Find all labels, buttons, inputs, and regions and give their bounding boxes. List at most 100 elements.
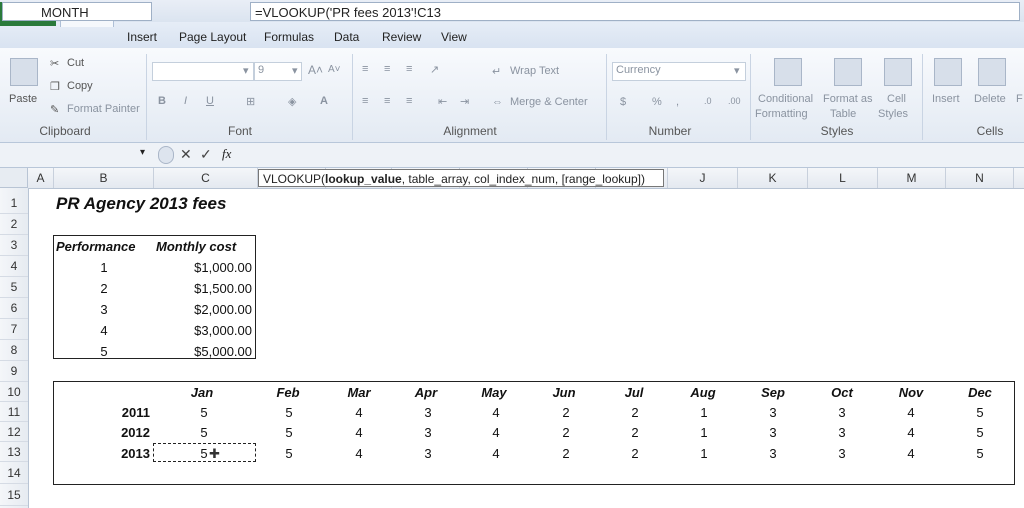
score-cell[interactable]: 4	[460, 446, 532, 461]
merge-center-button[interactable]: Merge & Center	[510, 96, 588, 108]
tab-data[interactable]: Data	[334, 30, 359, 44]
score-cell[interactable]: 2	[596, 425, 674, 440]
tab-formulas[interactable]: Formulas	[264, 30, 314, 44]
copy-icon[interactable]: ❐	[50, 80, 60, 93]
row-header[interactable]: 13	[0, 442, 28, 462]
score-cell[interactable]: 2	[528, 425, 604, 440]
middle-align-icon[interactable]: ≡	[384, 63, 390, 75]
score-cell[interactable]: 3	[738, 405, 808, 420]
styles-label[interactable]: Styles	[878, 108, 908, 120]
score-cell[interactable]: 3	[808, 446, 876, 461]
row-header[interactable]: 1	[0, 192, 28, 214]
score-cell[interactable]: 4	[326, 405, 392, 420]
score-cell[interactable]: 5	[258, 425, 320, 440]
column-header[interactable]: K	[738, 168, 808, 188]
merge-icon[interactable]: ⇔	[492, 96, 503, 108]
insert-function-button[interactable]: fx	[222, 146, 231, 162]
column-header[interactable]: J	[668, 168, 738, 188]
tooltip-func[interactable]: VLOOKUP(	[263, 172, 325, 186]
month-header[interactable]: Oct	[808, 385, 876, 400]
italic-icon[interactable]: I	[184, 95, 187, 107]
score-cell[interactable]: 5	[258, 405, 320, 420]
formatting-label[interactable]: Formatting	[755, 108, 808, 120]
orientation-icon[interactable]: ↗	[430, 63, 439, 76]
resize-handle[interactable]	[158, 146, 174, 164]
row-header[interactable]: 8	[0, 340, 28, 361]
fee-cost-cell[interactable]: $1,000.00	[154, 260, 252, 275]
row-header[interactable]: 5	[0, 277, 28, 298]
row-header[interactable]: 12	[0, 422, 28, 442]
score-cell[interactable]: 2	[596, 446, 674, 461]
score-cell[interactable]: 3	[738, 425, 808, 440]
row-header[interactable]: 11	[0, 402, 28, 422]
cell-styles-icon[interactable]	[884, 58, 912, 86]
row-header[interactable]: 10	[0, 382, 28, 402]
chevron-down-icon[interactable]: ▾	[243, 64, 249, 77]
column-header[interactable]: C	[154, 168, 258, 188]
row-header[interactable]: 4	[0, 256, 28, 277]
currency-button[interactable]: $	[620, 96, 626, 108]
column-header[interactable]: B	[54, 168, 154, 188]
score-cell[interactable]: 1	[668, 405, 740, 420]
chevron-down-icon[interactable]: ▾	[734, 64, 740, 77]
column-header[interactable]: N	[946, 168, 1014, 188]
fee-header-monthly-cost[interactable]: Monthly cost	[156, 239, 236, 254]
comma-icon[interactable]: ,	[676, 96, 679, 108]
select-all-button[interactable]	[0, 168, 28, 188]
row-header[interactable]: 3	[0, 235, 28, 256]
bottom-align-icon[interactable]: ≡	[406, 63, 412, 75]
fee-cost-cell[interactable]: $3,000.00	[154, 323, 252, 338]
top-align-icon[interactable]: ≡	[362, 63, 368, 75]
score-cell[interactable]: 5	[946, 405, 1014, 420]
row-header[interactable]: 7	[0, 319, 28, 340]
fee-header-performance[interactable]: Performance	[56, 239, 135, 254]
borders-icon[interactable]: ⊞	[246, 95, 255, 108]
increase-decimal-icon[interactable]: .0	[704, 96, 712, 106]
name-box[interactable]: MONTH	[2, 2, 152, 21]
fee-performance-cell[interactable]: 3	[54, 302, 154, 317]
cut-icon[interactable]: ✂	[50, 57, 59, 70]
score-cell[interactable]: 1	[668, 425, 740, 440]
enter-icon[interactable]: ✓	[200, 146, 212, 163]
fee-cost-cell[interactable]: $5,000.00	[154, 344, 252, 359]
wrap-text-button[interactable]: Wrap Text	[510, 65, 559, 77]
chevron-down-icon[interactable]: ▾	[292, 64, 298, 77]
decrease-decimal-icon[interactable]: .00	[728, 96, 741, 106]
conditional-formatting-label[interactable]: Conditional	[758, 93, 813, 105]
score-cell[interactable]: 5	[154, 425, 254, 440]
wrap-text-icon[interactable]: ↵	[492, 65, 501, 78]
score-cell[interactable]: 4	[460, 405, 532, 420]
align-right-icon[interactable]: ≡	[406, 95, 412, 107]
month-header[interactable]: Feb	[258, 385, 318, 400]
tooltip-args[interactable]: , table_array, col_index_num, [range_loo…	[402, 172, 645, 186]
cancel-icon[interactable]: ✕	[180, 146, 192, 163]
paste-icon[interactable]	[10, 58, 38, 86]
score-cell[interactable]: 3	[808, 405, 876, 420]
shrink-font-icon[interactable]: A˅	[328, 64, 341, 75]
tab-view[interactable]: View	[441, 30, 467, 44]
score-cell[interactable]: 4	[326, 425, 392, 440]
fee-cost-cell[interactable]: $1,500.00	[154, 281, 252, 296]
score-cell[interactable]: 2	[528, 446, 604, 461]
increase-indent-icon[interactable]: ⇥	[460, 95, 469, 108]
tab-insert[interactable]: Insert	[127, 30, 157, 44]
month-header[interactable]: Mar	[326, 385, 392, 400]
chevron-down-icon[interactable]: ▾	[140, 147, 145, 158]
score-cell[interactable]: 3	[392, 446, 464, 461]
underline-icon[interactable]: U	[206, 95, 214, 107]
paste-button[interactable]: Paste	[9, 93, 37, 105]
score-cell[interactable]: 3	[738, 446, 808, 461]
row-header[interactable]: 6	[0, 298, 28, 319]
score-cell[interactable]: 1	[668, 446, 740, 461]
score-cell[interactable]: 3	[392, 425, 464, 440]
fee-performance-cell[interactable]: 1	[54, 260, 154, 275]
column-header[interactable]: L	[808, 168, 878, 188]
score-cell[interactable]: 4	[326, 446, 392, 461]
month-header[interactable]: Jun	[528, 385, 600, 400]
year-label[interactable]: 2013	[54, 446, 150, 461]
insert-button[interactable]: Insert	[932, 93, 960, 105]
month-header[interactable]: Apr	[392, 385, 460, 400]
copy-button[interactable]: Copy	[67, 80, 93, 92]
format-button[interactable]: F	[1016, 93, 1023, 105]
column-header[interactable]: M	[878, 168, 946, 188]
